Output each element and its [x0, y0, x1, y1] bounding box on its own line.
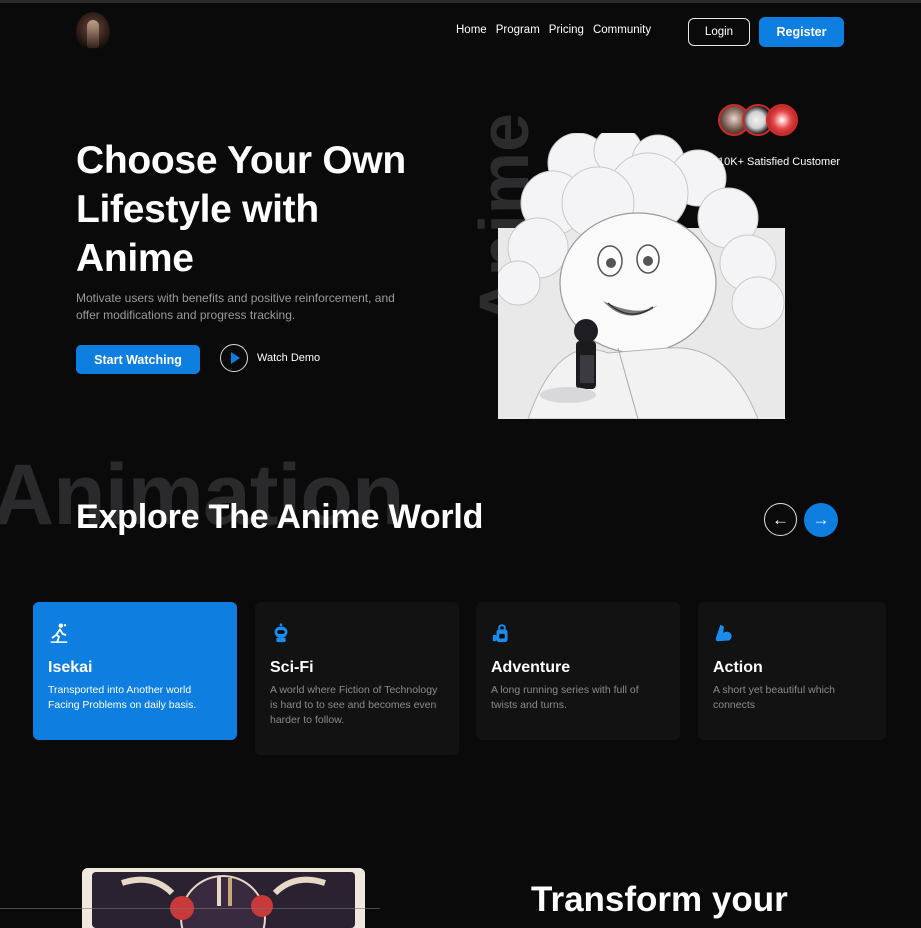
card-title: Adventure	[491, 659, 571, 676]
anime-poster-image	[82, 868, 365, 928]
card-title: Isekai	[48, 659, 93, 676]
card-description: Transported into Another world Facing Pr…	[48, 684, 197, 711]
card-title: Sci-Fi	[270, 659, 314, 676]
satisfied-customers-text: 10K+ Satisfied Customer	[718, 156, 840, 168]
category-card-isekai[interactable]: Isekai Transported into Another world Fa…	[33, 602, 237, 740]
main-nav: Home Program Pricing Community	[456, 24, 651, 36]
divider	[0, 908, 380, 909]
hero-title: Choose Your Own Lifestyle with Anime	[76, 139, 406, 280]
card-description: A world where Fiction of Technology is h…	[270, 684, 438, 726]
watch-demo-link[interactable]: Watch Demo	[257, 352, 320, 364]
section-title: Explore The Anime World	[76, 498, 484, 536]
flexed-arm-icon	[715, 624, 732, 642]
arrow-right-icon[interactable]: →	[804, 503, 838, 537]
nav-pricing[interactable]: Pricing	[549, 24, 584, 36]
logo[interactable]	[76, 12, 110, 52]
card-title: Action	[713, 659, 763, 676]
nav-home[interactable]: Home	[456, 24, 487, 36]
category-card-adventure[interactable]: Adventure A long running series with ful…	[476, 602, 680, 740]
section-heading: Transform your	[531, 880, 788, 919]
top-border	[0, 0, 921, 3]
login-button[interactable]: Login	[688, 18, 750, 46]
category-card-action[interactable]: Action A short yet beautiful which conne…	[698, 602, 886, 740]
hero-description: Motivate users with benefits and positiv…	[76, 291, 395, 322]
avatar	[766, 104, 798, 136]
hero-anime-illustration	[498, 133, 785, 419]
arrow-left-icon[interactable]: ←	[764, 503, 797, 536]
nav-community[interactable]: Community	[593, 24, 651, 36]
start-watching-button[interactable]: Start Watching	[76, 345, 200, 374]
card-description: A short yet beautiful which connects	[713, 684, 835, 711]
customer-avatars	[718, 104, 800, 140]
register-button[interactable]: Register	[759, 17, 844, 47]
play-icon[interactable]	[220, 344, 248, 372]
robot-icon	[274, 623, 288, 643]
backpack-icon	[492, 624, 508, 643]
nav-program[interactable]: Program	[496, 24, 540, 36]
card-description: A long running series with full of twist…	[491, 684, 639, 711]
category-card-scifi[interactable]: Sci-Fi A world where Fiction of Technolo…	[255, 602, 459, 755]
hiker-icon	[50, 623, 68, 644]
